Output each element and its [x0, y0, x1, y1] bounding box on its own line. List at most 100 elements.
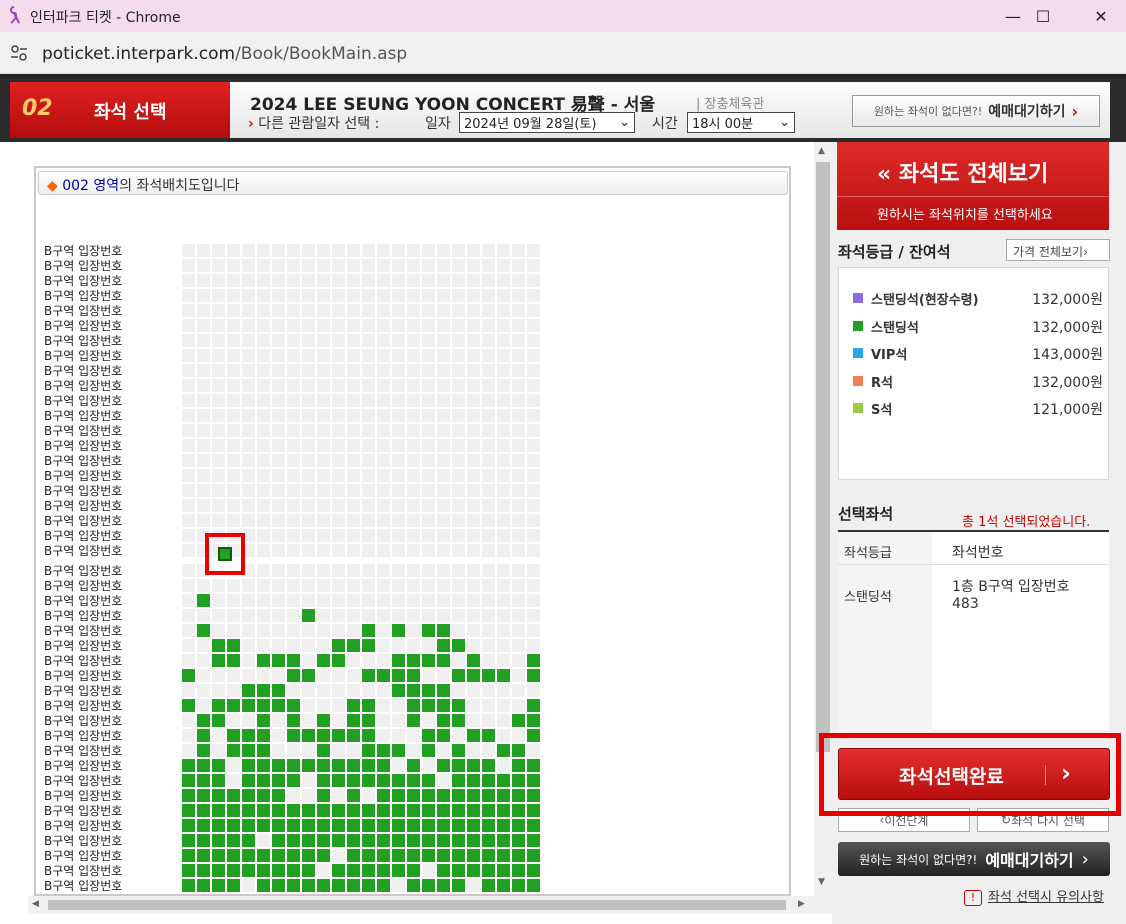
seat-available[interactable]	[437, 699, 450, 712]
seat-available[interactable]	[467, 789, 480, 802]
seat-available[interactable]	[197, 714, 210, 727]
seat-available[interactable]	[182, 774, 195, 787]
seat-available[interactable]	[272, 879, 285, 892]
selected-seat[interactable]	[218, 547, 232, 561]
seat-available[interactable]	[257, 819, 270, 832]
seat-available[interactable]	[197, 879, 210, 892]
seat-available[interactable]	[362, 834, 375, 847]
waitlist-button-sidebar[interactable]: 원하는 좌석이 없다면?! 예매대기하기 ›	[838, 842, 1110, 876]
seat-available[interactable]	[392, 684, 405, 697]
seat-available[interactable]	[332, 804, 345, 817]
seat-available[interactable]	[317, 654, 330, 667]
seat-available[interactable]	[347, 834, 360, 847]
seat-available[interactable]	[317, 714, 330, 727]
seat-available[interactable]	[437, 714, 450, 727]
seat-available[interactable]	[422, 774, 435, 787]
seat-available[interactable]	[227, 654, 240, 667]
seat-available[interactable]	[272, 699, 285, 712]
seat-available[interactable]	[182, 864, 195, 877]
seat-available[interactable]	[527, 774, 540, 787]
seat-available[interactable]	[527, 729, 540, 742]
seat-available[interactable]	[212, 819, 225, 832]
seat-available[interactable]	[482, 864, 495, 877]
seat-available[interactable]	[422, 789, 435, 802]
maximize-button[interactable]: ☐	[1020, 0, 1066, 32]
seat-available[interactable]	[482, 849, 495, 862]
seat-available[interactable]	[497, 804, 510, 817]
seat-available[interactable]	[407, 879, 420, 892]
seat-available[interactable]	[197, 759, 210, 772]
seat-available[interactable]	[272, 759, 285, 772]
seat-available[interactable]	[377, 804, 390, 817]
seat-available[interactable]	[437, 834, 450, 847]
seat-available[interactable]	[212, 759, 225, 772]
seat-available[interactable]	[242, 864, 255, 877]
seat-available[interactable]	[182, 789, 195, 802]
seat-available[interactable]	[347, 879, 360, 892]
seat-available[interactable]	[392, 624, 405, 637]
seat-available[interactable]	[332, 654, 345, 667]
seat-available[interactable]	[452, 714, 465, 727]
seat-available[interactable]	[392, 834, 405, 847]
seat-available[interactable]	[407, 864, 420, 877]
seat-available[interactable]	[497, 849, 510, 862]
seat-available[interactable]	[392, 774, 405, 787]
seat-available[interactable]	[467, 864, 480, 877]
seat-available[interactable]	[257, 804, 270, 817]
seat-available[interactable]	[287, 669, 300, 682]
seat-available[interactable]	[257, 729, 270, 742]
seat-available[interactable]	[212, 699, 225, 712]
seat-available[interactable]	[272, 849, 285, 862]
seat-available[interactable]	[497, 834, 510, 847]
seat-available[interactable]	[437, 624, 450, 637]
seat-available[interactable]	[272, 654, 285, 667]
seat-available[interactable]	[272, 864, 285, 877]
vertical-scroll-thumb[interactable]	[816, 162, 830, 752]
seat-available[interactable]	[437, 654, 450, 667]
seat-available[interactable]	[182, 669, 195, 682]
seat-available[interactable]	[467, 819, 480, 832]
seat-available[interactable]	[302, 804, 315, 817]
seat-available[interactable]	[347, 774, 360, 787]
seat-available[interactable]	[287, 819, 300, 832]
seat-available[interactable]	[407, 789, 420, 802]
seat-available[interactable]	[212, 834, 225, 847]
price-all-button[interactable]: 가격 전체보기›	[1006, 239, 1110, 261]
scroll-down-icon[interactable]: ▼	[818, 877, 825, 887]
seat-available[interactable]	[377, 789, 390, 802]
seat-available[interactable]	[257, 789, 270, 802]
seat-available[interactable]	[242, 849, 255, 862]
seat-available[interactable]	[407, 774, 420, 787]
seat-available[interactable]	[452, 774, 465, 787]
seat-available[interactable]	[197, 789, 210, 802]
seat-available[interactable]	[407, 684, 420, 697]
seat-available[interactable]	[347, 699, 360, 712]
seat-available[interactable]	[392, 819, 405, 832]
seat-available[interactable]	[482, 729, 495, 742]
full-seatmap-button[interactable]: « 좌석도 전체보기 원하시는 좌석위치를 선택하세요	[837, 142, 1109, 230]
seat-available[interactable]	[422, 879, 435, 892]
seat-available[interactable]	[407, 849, 420, 862]
seat-available[interactable]	[392, 804, 405, 817]
seat-available[interactable]	[272, 834, 285, 847]
seat-notice-link[interactable]: ! 좌석 선택시 유의사항	[964, 886, 1104, 906]
seat-available[interactable]	[497, 669, 510, 682]
seat-available[interactable]	[527, 864, 540, 877]
seat-available[interactable]	[422, 819, 435, 832]
seat-available[interactable]	[287, 714, 300, 727]
seat-available[interactable]	[242, 744, 255, 757]
seat-available[interactable]	[302, 849, 315, 862]
seat-available[interactable]	[377, 744, 390, 757]
seat-available[interactable]	[332, 819, 345, 832]
seat-available[interactable]	[182, 879, 195, 892]
seat-available[interactable]	[362, 699, 375, 712]
seat-available[interactable]	[422, 654, 435, 667]
seat-available[interactable]	[467, 849, 480, 862]
seat-available[interactable]	[362, 864, 375, 877]
seat-available[interactable]	[482, 834, 495, 847]
seat-available[interactable]	[527, 789, 540, 802]
seat-available[interactable]	[512, 774, 525, 787]
seat-available[interactable]	[452, 639, 465, 652]
seat-available[interactable]	[212, 864, 225, 877]
seat-available[interactable]	[437, 849, 450, 862]
